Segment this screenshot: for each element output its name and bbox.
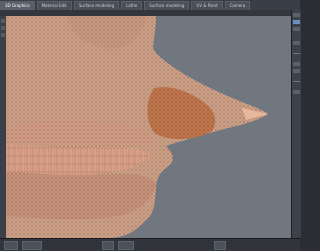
panel-divider [293,81,300,82]
status-button[interactable] [214,240,226,250]
modeling-app-window: 3D Graphics Material Edit Surface modeli… [0,0,301,251]
tab-surface-modeling-2[interactable]: Surface modeling [144,0,190,10]
tool-slot[interactable] [1,33,5,37]
workspace-tab-bar: 3D Graphics Material Edit Surface modeli… [0,0,300,10]
tab-camera[interactable]: Camera [224,0,251,10]
tab-3d-graphics[interactable]: 3D Graphics [0,0,35,10]
status-button[interactable] [22,240,42,250]
tab-surface-modeling[interactable]: Surface modeling [73,0,119,10]
tab-lathe[interactable]: Lathe [121,0,143,10]
panel-button[interactable] [293,69,300,73]
panel-button[interactable] [293,41,300,45]
tab-uv-paint[interactable]: UV & Paint [191,0,223,10]
panel-button[interactable] [293,27,300,31]
status-button[interactable] [102,240,114,250]
status-button[interactable] [118,240,134,250]
wireframe-mesh-render [6,16,268,238]
tool-slot[interactable] [1,26,5,30]
panel-button[interactable] [293,90,300,94]
right-tool-panel [291,10,301,238]
panel-spacer [292,34,301,38]
status-button[interactable] [4,240,18,250]
panel-button[interactable] [293,62,300,66]
panel-button[interactable] [293,13,300,17]
tab-material-edit[interactable]: Material Edit [36,0,72,10]
panel-button-active[interactable] [293,20,300,24]
tool-slot[interactable] [1,19,5,23]
panel-divider [293,53,300,54]
3d-viewport[interactable] [6,16,291,238]
status-bar [0,238,300,251]
